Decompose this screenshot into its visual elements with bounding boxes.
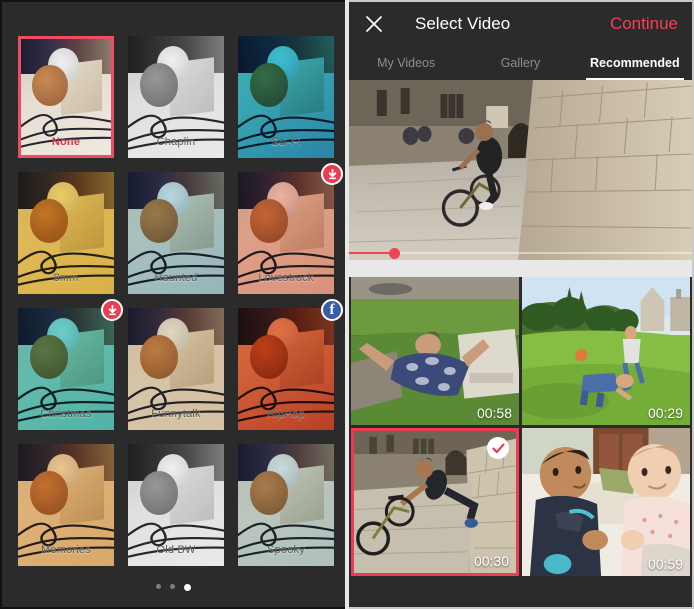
select-video-panel: Select Video Continue My Videos Gallery Re… — [349, 0, 694, 609]
filter-picker-panel: None Chaplin Sci-Fi 8mm Haunted Lovestru… — [0, 0, 345, 609]
filter-label: Memories — [41, 544, 91, 556]
video-thumbnail[interactable]: 00:29 — [522, 277, 690, 425]
page-dot-1[interactable] — [156, 584, 161, 589]
continue-button[interactable]: Continue — [610, 14, 678, 34]
filter-cell-chaplin[interactable]: Chaplin — [128, 36, 224, 158]
filter-label: Sci-Fi — [271, 136, 301, 148]
filter-label: Chaplin — [156, 136, 196, 148]
tab-bar: My Videos Gallery Recommended — [349, 46, 692, 80]
scrubber-fill — [349, 252, 394, 254]
filter-cell-haunted[interactable]: Haunted — [128, 172, 224, 294]
filter-cell-christmas[interactable]: Christmas — [18, 299, 123, 430]
checkmark-icon — [487, 437, 509, 459]
video-grid: 00:58 00:29 00:30 00:59 — [349, 277, 692, 576]
filter-label: None — [51, 136, 81, 148]
filter-cell-memories[interactable]: Memories — [18, 444, 114, 566]
video-scene — [522, 277, 690, 425]
filter-label: Lovestruck — [258, 272, 314, 284]
video-thumbnail[interactable]: 00:58 — [351, 277, 519, 425]
filter-label: Christmas — [40, 408, 92, 420]
video-duration: 00:29 — [647, 405, 683, 421]
filter-label: HipHop — [267, 408, 305, 420]
preview-scrubber[interactable] — [349, 246, 692, 260]
video-scene — [522, 428, 690, 576]
panel-header: Select Video Continue — [349, 2, 692, 46]
tab-recommended[interactable]: Recommended — [578, 46, 692, 80]
filter-label: 8mm — [53, 272, 79, 284]
filter-cell-sci-fi[interactable]: Sci-Fi — [238, 36, 334, 158]
download-icon[interactable] — [321, 163, 343, 185]
filter-cell-spooky[interactable]: Spooky — [238, 444, 334, 566]
app-screen: None Chaplin Sci-Fi 8mm Haunted Lovestru… — [0, 0, 694, 609]
filter-label: Old BW — [156, 544, 196, 556]
page-dot-3[interactable] — [184, 584, 191, 591]
close-icon[interactable] — [365, 15, 383, 33]
scrubber-handle[interactable] — [388, 247, 400, 259]
facebook-icon[interactable]: f — [321, 299, 343, 321]
divider — [349, 260, 692, 277]
video-duration: 00:58 — [476, 405, 512, 421]
filter-label: Spooky — [267, 544, 305, 556]
preview-scene — [349, 80, 692, 260]
video-duration: 00:59 — [647, 556, 683, 572]
filter-cell-funnytalk[interactable]: Funnytalk — [128, 308, 224, 430]
filter-cell-lovestruck[interactable]: Lovestruck — [238, 163, 343, 294]
filter-grid: None Chaplin Sci-Fi 8mm Haunted Lovestru… — [18, 36, 343, 566]
download-icon[interactable] — [101, 299, 123, 321]
filter-cell-old-bw[interactable]: Old BW — [128, 444, 224, 566]
video-scene — [351, 277, 519, 425]
filter-cell-hiphop[interactable]: HipHop f — [238, 299, 343, 430]
page-dot-2[interactable] — [170, 584, 175, 589]
video-thumbnail[interactable]: 00:59 — [522, 428, 690, 576]
filter-label: Funnytalk — [151, 408, 201, 420]
filter-label: Haunted — [154, 272, 198, 284]
tab-my-videos[interactable]: My Videos — [349, 46, 463, 80]
filter-cell-none[interactable]: None — [18, 36, 114, 158]
page-title: Select Video — [415, 14, 511, 33]
video-preview[interactable] — [349, 80, 692, 260]
page-indicator[interactable] — [2, 584, 345, 591]
filter-cell-8mm[interactable]: 8mm — [18, 172, 114, 294]
scrubber-track — [349, 252, 692, 254]
video-duration: 00:30 — [473, 553, 509, 569]
tab-gallery[interactable]: Gallery — [463, 46, 577, 80]
video-thumbnail[interactable]: 00:30 — [351, 428, 519, 576]
